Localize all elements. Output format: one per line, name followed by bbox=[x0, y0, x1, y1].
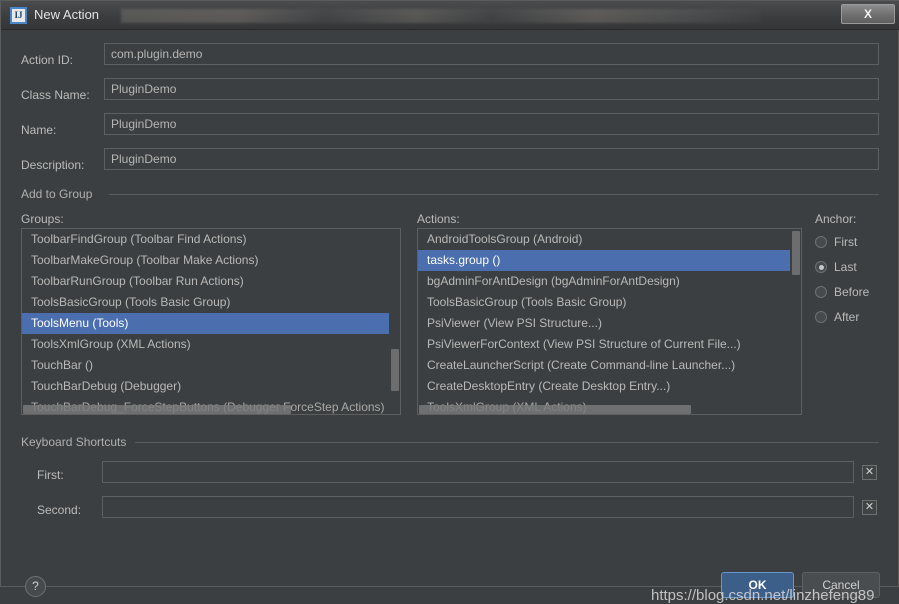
radio-button-icon[interactable] bbox=[815, 311, 827, 323]
new-action-dialog: IJ New Action X Action ID: com.plugin.de… bbox=[0, 0, 899, 604]
list-item[interactable]: tasks.group () bbox=[418, 250, 801, 271]
radio-button-icon[interactable] bbox=[815, 236, 827, 248]
add-to-group-separator-line bbox=[109, 194, 879, 195]
vertical-scrollbar-thumb[interactable] bbox=[391, 349, 399, 391]
close-icon[interactable]: X bbox=[841, 4, 895, 24]
radio-button-icon[interactable] bbox=[815, 286, 827, 298]
anchor-radio-first[interactable]: First bbox=[815, 232, 857, 252]
window-title: New Action bbox=[34, 7, 100, 22]
list-item[interactable]: ToolbarMakeGroup (Toolbar Make Actions) bbox=[22, 250, 400, 271]
list-item[interactable]: ToolbarRunGroup (Toolbar Run Actions) bbox=[22, 271, 400, 292]
add-to-group-section-title: Add to Group bbox=[21, 187, 99, 201]
vertical-scrollbar[interactable] bbox=[389, 229, 400, 414]
anchor-radio-label: Before bbox=[834, 285, 870, 299]
groups-list[interactable]: ToolbarFindGroup (Toolbar Find Actions) T… bbox=[21, 228, 401, 415]
radio-button-icon[interactable] bbox=[815, 261, 827, 273]
horizontal-scrollbar-thumb[interactable] bbox=[23, 405, 291, 414]
shortcut-first-clear-icon[interactable]: ✕ bbox=[862, 465, 877, 480]
anchor-label: Anchor: bbox=[815, 212, 857, 226]
anchor-radio-last[interactable]: Last bbox=[815, 257, 857, 277]
shortcut-second-input[interactable] bbox=[102, 496, 854, 518]
anchor-radio-label: Last bbox=[834, 260, 857, 274]
shortcut-first-input[interactable] bbox=[102, 461, 854, 483]
anchor-radio-after[interactable]: After bbox=[815, 307, 859, 327]
vertical-scrollbar-thumb[interactable] bbox=[792, 231, 800, 275]
list-item[interactable]: AndroidToolsGroup (Android) bbox=[418, 229, 801, 250]
action-id-input[interactable]: com.plugin.demo bbox=[104, 43, 879, 65]
description-label: Description: bbox=[21, 158, 85, 172]
name-label: Name: bbox=[21, 123, 57, 137]
title-bar-background-blur bbox=[121, 9, 761, 23]
title-bar: IJ New Action X bbox=[1, 1, 899, 30]
list-item[interactable]: PsiViewer (View PSI Structure...) bbox=[418, 313, 801, 334]
list-item[interactable]: ToolbarFindGroup (Toolbar Find Actions) bbox=[22, 229, 400, 250]
cancel-button[interactable]: Cancel bbox=[802, 572, 880, 598]
list-item[interactable]: CreateLauncherScript (Create Command-lin… bbox=[418, 355, 801, 376]
ok-button[interactable]: OK bbox=[721, 572, 794, 598]
anchor-radio-label: After bbox=[834, 310, 860, 324]
action-id-label: Action ID: bbox=[21, 53, 74, 67]
name-input[interactable]: PluginDemo bbox=[104, 113, 879, 135]
list-item[interactable]: TouchBarDebug (Debugger) bbox=[22, 376, 400, 397]
shortcut-first-label: First: bbox=[37, 468, 64, 482]
actions-label: Actions: bbox=[417, 212, 460, 226]
list-item[interactable]: ToolsBasicGroup (Tools Basic Group) bbox=[418, 292, 801, 313]
list-item[interactable]: PsiViewerForContext (View PSI Structure … bbox=[418, 334, 801, 355]
keyboard-shortcuts-section-title: Keyboard Shortcuts bbox=[21, 435, 133, 449]
horizontal-scrollbar-thumb[interactable] bbox=[419, 405, 691, 414]
groups-label: Groups: bbox=[21, 212, 64, 226]
list-item[interactable]: bgAdminForAntDesign (bgAdminForAntDesign… bbox=[418, 271, 801, 292]
vertical-scrollbar[interactable] bbox=[790, 229, 801, 414]
actions-list[interactable]: AndroidToolsGroup (Android) tasks.group (… bbox=[417, 228, 802, 415]
anchor-radio-label: First bbox=[834, 235, 858, 249]
shortcut-second-clear-icon[interactable]: ✕ bbox=[862, 500, 877, 515]
class-name-input[interactable]: PluginDemo bbox=[104, 78, 879, 100]
list-item[interactable]: TouchBar () bbox=[22, 355, 400, 376]
class-name-label: Class Name: bbox=[21, 88, 90, 102]
list-item[interactable]: ToolsMenu (Tools) bbox=[22, 313, 400, 334]
keyboard-shortcuts-separator-line bbox=[135, 442, 879, 443]
list-item[interactable]: ToolsXmlGroup (XML Actions) bbox=[22, 334, 400, 355]
description-input[interactable]: PluginDemo bbox=[104, 148, 879, 170]
shortcut-second-label: Second: bbox=[37, 503, 82, 517]
list-item[interactable]: CreateDesktopEntry (Create Desktop Entry… bbox=[418, 376, 801, 397]
dialog-content: Action ID: com.plugin.demo Class Name: P… bbox=[2, 31, 898, 604]
list-item[interactable]: ToolsBasicGroup (Tools Basic Group) bbox=[22, 292, 400, 313]
anchor-radio-before[interactable]: Before bbox=[815, 282, 869, 302]
intellij-logo-icon: IJ bbox=[10, 7, 27, 24]
